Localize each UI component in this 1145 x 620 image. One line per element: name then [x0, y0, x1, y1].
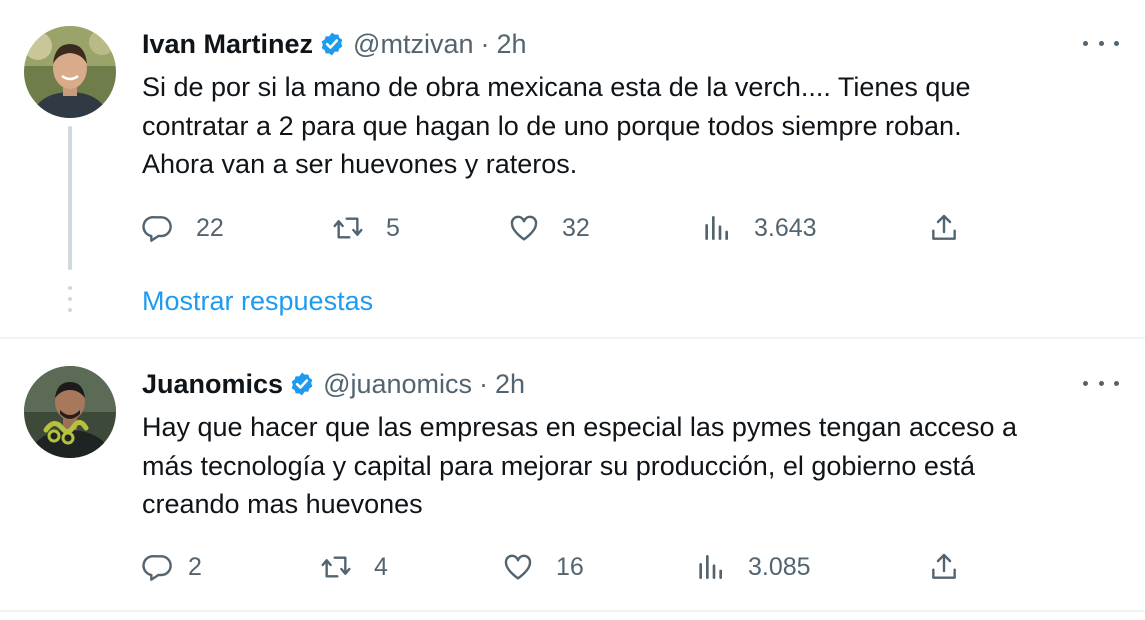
tweet-time[interactable]: 2h: [496, 29, 526, 60]
reply-button[interactable]: 22: [142, 208, 224, 248]
reply-icon: [142, 216, 172, 242]
reply-button[interactable]: 2: [142, 547, 202, 587]
tweet-time[interactable]: 2h: [495, 369, 525, 400]
avatar[interactable]: [24, 366, 116, 458]
like-button[interactable]: 16: [502, 547, 584, 587]
verified-badge-icon: [291, 372, 313, 396]
show-replies-link[interactable]: Mostrar respuestas: [142, 286, 373, 317]
tweet-text: Hay que hacer que las empresas en especi…: [142, 408, 1102, 524]
share-button[interactable]: [928, 208, 960, 248]
tweet[interactable]: Juanomics @juanomics · 2h Hay que hacer …: [0, 340, 1145, 612]
tweet-text-line: más tecnología y capital para mejorar su…: [142, 450, 975, 481]
divider: [0, 610, 1145, 612]
views-count: 3.085: [748, 552, 811, 581]
share-icon: [932, 214, 956, 240]
verified-badge-icon: [321, 32, 343, 56]
avatar[interactable]: [24, 26, 116, 118]
tweet-text-line: Hay que hacer que las empresas en especi…: [142, 412, 1018, 442]
reply-count: 22: [196, 213, 224, 242]
author-handle[interactable]: @juanomics: [323, 369, 472, 400]
retweet-icon: [333, 217, 363, 239]
tweet-header: Ivan Martinez @mtzivan · 2h: [142, 27, 527, 61]
more-icon[interactable]: [1083, 33, 1119, 53]
views-count: 3.643: [754, 213, 817, 242]
tweet-text: Si de por si la mano de obra mexicana es…: [142, 68, 1102, 184]
retweet-button[interactable]: 4: [320, 547, 388, 587]
like-icon: [510, 215, 538, 241]
like-button[interactable]: 32: [508, 208, 590, 248]
avatar-image: [24, 366, 116, 458]
header-separator: ·: [480, 28, 490, 59]
retweet-count: 4: [374, 552, 388, 581]
tweet[interactable]: Ivan Martinez @mtzivan · 2h Si de por si…: [0, 0, 1145, 338]
like-count: 32: [562, 213, 590, 242]
like-icon: [504, 554, 532, 580]
thread-line: [68, 126, 72, 270]
views-button[interactable]: 3.085: [694, 547, 811, 587]
author-name[interactable]: Ivan Martinez: [142, 29, 313, 60]
retweet-icon: [321, 556, 351, 578]
like-count: 16: [556, 552, 584, 581]
divider: [0, 337, 1145, 339]
tweet-actions: 22 5 32 3.643: [142, 208, 972, 248]
views-icon: [705, 216, 728, 240]
tweet-actions: 2 4 16 3.085: [142, 547, 972, 587]
share-icon: [932, 553, 956, 579]
retweet-button[interactable]: 5: [332, 208, 400, 248]
tweet-text-line: creando mas huevones: [142, 489, 423, 519]
header-separator: ·: [479, 368, 489, 399]
tweet-text-line: contratar a 2 para que hagan lo de uno p…: [142, 110, 962, 141]
author-handle[interactable]: @mtzivan: [353, 29, 473, 60]
more-icon[interactable]: [1083, 373, 1119, 393]
tweet-text-line: Ahora van a ser huevones y rateros.: [142, 149, 578, 179]
retweet-count: 5: [386, 213, 400, 242]
tweet-text-line: Si de por si la mano de obra mexicana es…: [142, 72, 971, 102]
tweet-header: Juanomics @juanomics · 2h: [142, 367, 525, 401]
thread-dots: [68, 286, 72, 319]
timeline: Ivan Martinez @mtzivan · 2h Si de por si…: [0, 0, 1145, 620]
views-icon: [699, 555, 722, 579]
views-button[interactable]: 3.643: [700, 208, 817, 248]
author-name[interactable]: Juanomics: [142, 369, 283, 400]
reply-icon: [142, 555, 172, 581]
avatar-image: [24, 26, 116, 118]
reply-count: 2: [188, 552, 202, 581]
share-button[interactable]: [928, 547, 960, 587]
